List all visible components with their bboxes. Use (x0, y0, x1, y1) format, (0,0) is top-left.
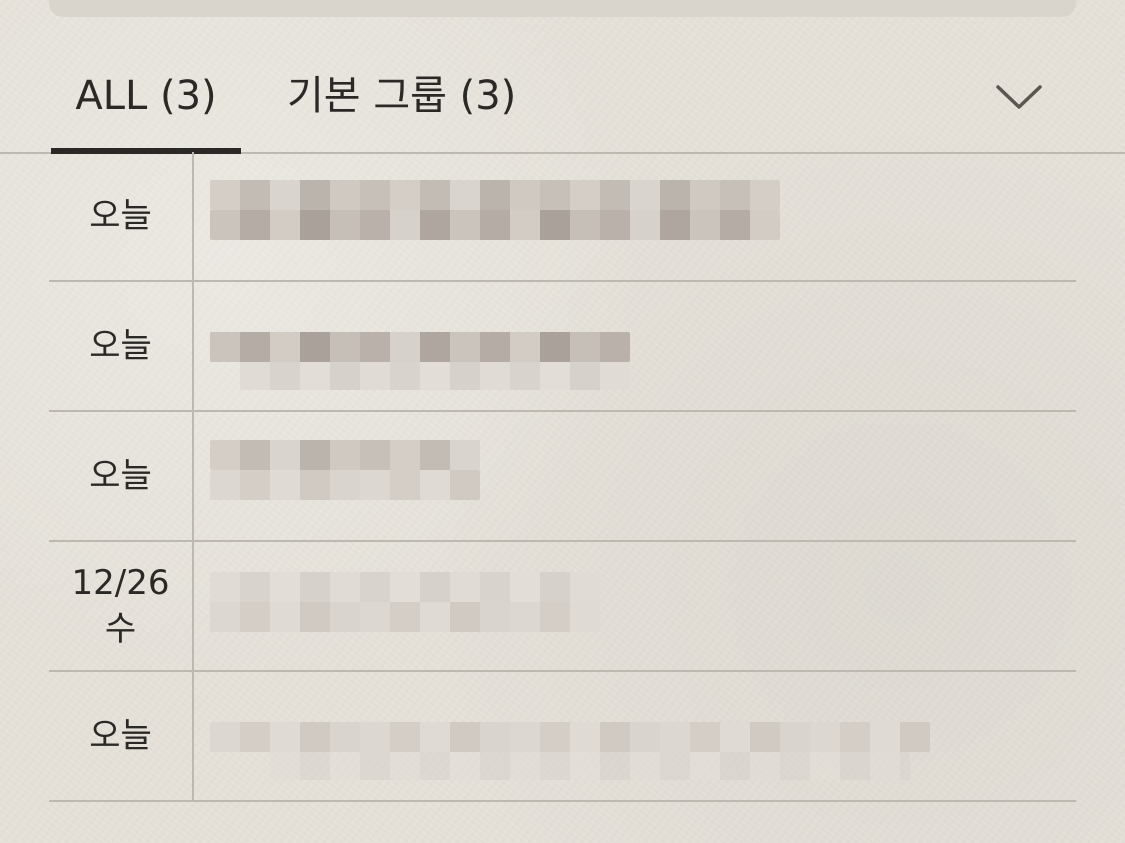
date-cell: 오늘 (49, 412, 194, 540)
date-label: 오늘 (89, 326, 152, 366)
memo-preview (194, 282, 1076, 410)
date-label: 오늘 (89, 456, 152, 496)
weekday-label: 수 (104, 609, 137, 649)
redacted-text (270, 752, 910, 780)
redacted-text (210, 470, 480, 500)
memo-list: 오늘 오늘 오늘 12/26 수 오늘 (49, 152, 1076, 802)
redacted-text (210, 722, 930, 752)
date-cell: 오늘 (49, 672, 194, 800)
date-cell: 오늘 (49, 282, 194, 410)
redacted-text (210, 332, 630, 362)
redacted-text (240, 362, 630, 390)
tab-all[interactable]: ALL (3) (51, 68, 241, 154)
date-label: 오늘 (89, 716, 152, 756)
list-item[interactable]: 오늘 (49, 672, 1076, 802)
top-toolbar-edge (49, 0, 1076, 17)
date-cell: 오늘 (49, 152, 194, 280)
chevron-down-icon (996, 85, 1042, 109)
memo-preview (194, 542, 1076, 670)
expand-groups-button[interactable] (995, 78, 1043, 114)
date-label: 12/26 (71, 563, 170, 603)
memo-preview (194, 412, 1076, 540)
memo-preview (194, 152, 1076, 280)
redacted-text (210, 572, 600, 602)
date-cell: 12/26 수 (49, 542, 194, 670)
memo-preview (194, 672, 1076, 800)
date-label: 오늘 (89, 196, 152, 236)
redacted-text (210, 602, 600, 632)
list-item[interactable]: 오늘 (49, 412, 1076, 542)
list-item[interactable]: 12/26 수 (49, 542, 1076, 672)
redacted-text (210, 210, 780, 240)
list-item[interactable]: 오늘 (49, 282, 1076, 412)
list-item[interactable]: 오늘 (49, 152, 1076, 282)
redacted-text (210, 180, 780, 210)
redacted-text (210, 440, 480, 470)
tab-basic-group[interactable]: 기본 그룹 (3) (287, 68, 516, 140)
group-tabs: ALL (3) 기본 그룹 (3) (0, 60, 1125, 154)
